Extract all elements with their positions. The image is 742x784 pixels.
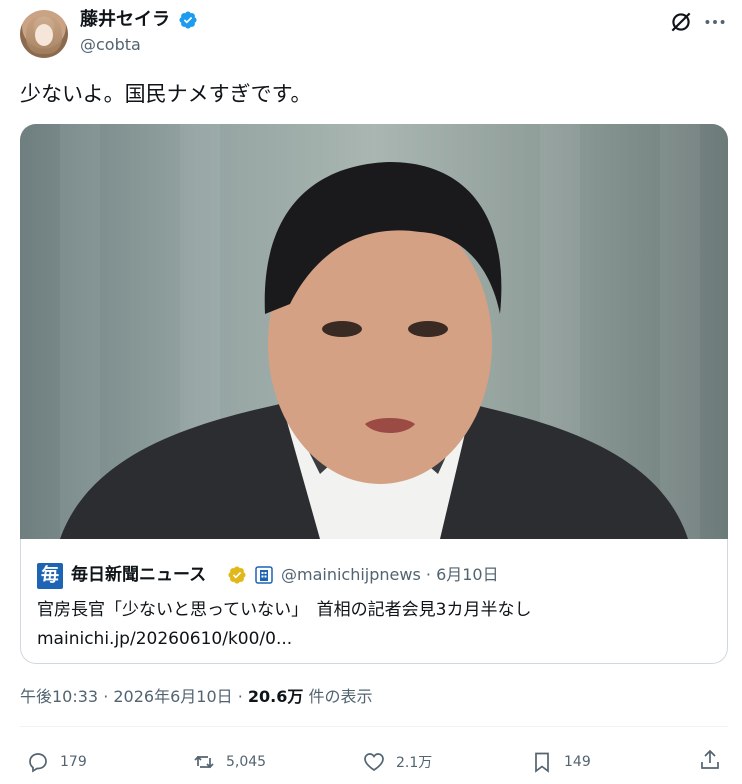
bookmark-icon bbox=[535, 752, 549, 773]
view-label: 件の表示 bbox=[303, 687, 373, 706]
repost-icon bbox=[194, 755, 214, 769]
divider bbox=[20, 726, 728, 727]
verified-badge-icon bbox=[179, 11, 197, 29]
repost-count: 5,045 bbox=[226, 754, 267, 770]
reply-icon bbox=[29, 753, 47, 773]
author-avatar[interactable] bbox=[20, 10, 68, 58]
like-button[interactable]: 2.1万 bbox=[362, 748, 432, 776]
tweet-meta: 午後10:33 · 2026年6月10日 · 20.6万 件の表示 bbox=[20, 686, 372, 708]
bookmark-button[interactable]: 149 bbox=[530, 748, 591, 776]
photo-subject-illustration bbox=[60, 162, 688, 539]
heart-icon bbox=[364, 753, 384, 772]
quoted-tweet-link[interactable]: mainichi.jp/20260610/k00/0... bbox=[37, 627, 292, 651]
tweet-photo[interactable] bbox=[20, 124, 728, 539]
author-display-name[interactable]: 藤井セイラ bbox=[80, 8, 170, 32]
mainichi-logo: 毎 bbox=[37, 563, 63, 589]
reply-button[interactable]: 179 bbox=[26, 748, 87, 776]
quoted-handle-date: @mainichijpnews · 6月10日 bbox=[281, 565, 499, 584]
like-count: 2.1万 bbox=[396, 755, 433, 771]
quoted-tweet-text: 官房長官「少ないと思っていない」 首相の記者会見3カ月半なし bbox=[37, 600, 532, 620]
affiliate-building-icon bbox=[255, 566, 273, 584]
author-handle[interactable]: @cobta bbox=[80, 35, 141, 55]
view-count: 20.6万 bbox=[247, 687, 304, 706]
reply-count: 179 bbox=[60, 754, 87, 770]
share-icon[interactable] bbox=[698, 748, 722, 772]
tweet-text: 少ないよ。国民ナメすぎです。 bbox=[20, 82, 312, 106]
tweet-timestamp[interactable]: 午後10:33 · 2026年6月10日 · bbox=[20, 687, 248, 706]
more-options-icon[interactable] bbox=[702, 9, 728, 35]
quoted-author-name: 毎日新聞ニュース bbox=[71, 565, 207, 585]
gold-verified-badge-icon bbox=[228, 566, 246, 584]
avatar-face bbox=[35, 24, 53, 46]
quoted-tweet-card[interactable]: 毎 毎日新聞ニュース @mainichijpnews · 6月10日 官房長官「… bbox=[20, 539, 728, 664]
repost-button[interactable]: 5,045 bbox=[192, 748, 266, 776]
grok-icon[interactable] bbox=[668, 9, 694, 35]
bookmark-count: 149 bbox=[564, 754, 591, 770]
